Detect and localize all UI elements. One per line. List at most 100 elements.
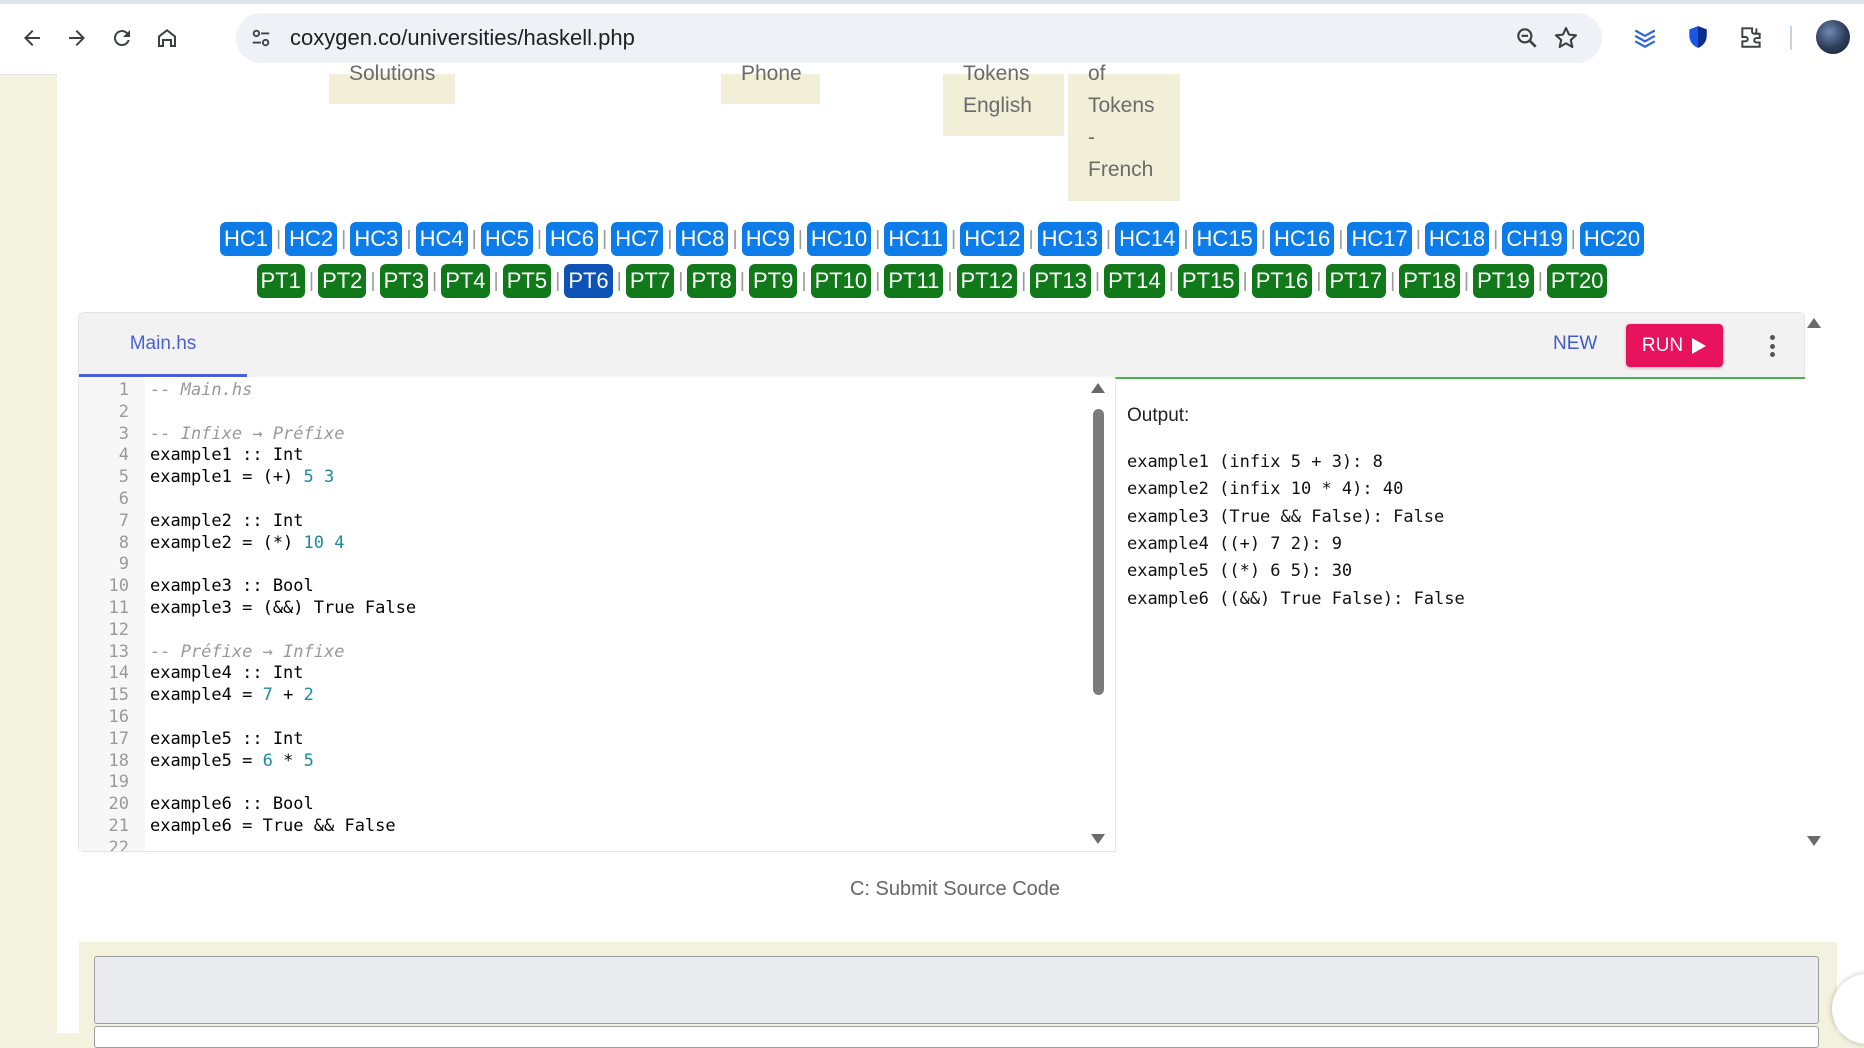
nav-link-pt19[interactable]: PT19 [1473,264,1534,298]
nav-link-hc7[interactable]: HC7 [611,222,664,256]
back-button[interactable] [12,18,52,58]
code-editor[interactable]: 1 -- Main.hs 2 3 -- Infixe → Préfixe 4 example… [79,377,1115,851]
nav-link-pt6[interactable]: PT6 [564,264,613,298]
nav-link-hc2[interactable]: HC2 [285,222,338,256]
top-card-tokens-english[interactable]: Tokens English [943,62,1064,136]
source-code-textarea[interactable] [94,956,1819,1024]
reload-icon [113,30,130,47]
star-icon[interactable] [1552,24,1580,52]
page-scroll-down-icon[interactable] [1807,836,1821,846]
nav-link-pt15[interactable]: PT15 [1177,264,1239,298]
line-number: 13 [108,641,129,662]
reload-button[interactable] [102,18,142,58]
nav-link-pt12[interactable]: PT12 [956,264,1018,298]
line-number: 8 [118,532,129,553]
nav-separator: | [1537,269,1543,292]
url-text[interactable]: coxygen.co/universities/haskell.php [290,25,635,51]
tab-main-hs[interactable]: Main.hs [79,313,247,377]
nav-link-ch19[interactable]: CH19 [1502,222,1567,256]
nav-link-pt16[interactable]: PT16 [1251,264,1313,298]
nav-separator: | [732,227,738,250]
nav-link-pt5[interactable]: PT5 [502,264,552,298]
nav-separator: | [950,227,957,250]
shield-extension-icon[interactable] [1683,22,1713,52]
line-number: 10 [108,576,129,597]
new-button[interactable]: NEW [1553,333,1597,355]
nav-link-pt17[interactable]: PT17 [1325,264,1387,298]
nav-separator: | [875,227,881,250]
puzzle-extensions-icon[interactable] [1736,22,1766,52]
nav-separator: | [1493,227,1499,250]
nav-link-pt20[interactable]: PT20 [1546,264,1608,298]
line-number: 9 [118,554,129,575]
nav-link-hc1[interactable]: HC1 [219,222,272,256]
code-line: example3 = (&&) True False [150,598,417,618]
nav-link-hc4[interactable]: HC4 [415,222,468,256]
top-card-phone[interactable]: Phone [721,62,820,104]
nav-link-hc20[interactable]: HC20 [1579,222,1645,256]
nav-link-hc17[interactable]: HC17 [1347,222,1412,256]
nav-separator: | [1105,227,1112,250]
nav-separator: | [875,269,881,292]
output-line: example6 ((&&) True False): False [1127,588,1465,609]
profile-avatar[interactable] [1816,20,1850,54]
site-settings-icon[interactable] [246,23,276,53]
code-scroll-down-icon[interactable] [1091,834,1105,844]
browser-toolbar: coxygen.co/universities/haskell.php [0,0,1864,75]
nav-link-hc10[interactable]: HC10 [806,222,872,256]
line-number: 7 [118,510,129,531]
nav-link-pt3[interactable]: PT3 [379,264,428,298]
nav-link-pt7[interactable]: PT7 [625,264,675,298]
nav-link-hc16[interactable]: HC16 [1270,222,1335,256]
top-card-tokens-french[interactable]: of Tokens - French [1068,62,1180,201]
code-scrollbar-thumb[interactable] [1093,409,1104,695]
nav-link-hc8[interactable]: HC8 [676,222,729,256]
page-scroll-up-icon[interactable] [1807,318,1821,328]
nav-link-pt11[interactable]: PT11 [884,264,944,298]
code-line: example2 = (*) 10 4 [150,532,345,553]
nav-link-pt10[interactable]: PT10 [810,264,872,298]
nav-link-pt9[interactable]: PT9 [749,264,798,298]
nav-separator: | [555,269,561,292]
nav-link-pt14[interactable]: PT14 [1104,264,1165,298]
second-input-field[interactable] [94,1026,1819,1048]
nav-link-hc12[interactable]: HC12 [960,222,1025,256]
kebab-menu-icon[interactable] [1765,331,1779,361]
nav-link-hc9[interactable]: HC9 [741,222,794,256]
nav-separator: | [406,227,412,250]
nav-link-pt4[interactable]: PT4 [441,264,490,298]
top-card-text: French [1088,158,1154,181]
top-card-solutions[interactable]: Solutions [329,62,455,104]
line-number: 11 [108,598,129,618]
nav-link-hc15[interactable]: HC15 [1192,222,1257,256]
code-line: example4 = 7 + 2 [150,685,314,706]
top-card-text: Phone [741,62,802,85]
nav-separator: | [341,227,347,250]
nav-link-hc18[interactable]: HC18 [1424,222,1490,256]
nav-link-hc11[interactable]: HC11 [884,222,947,256]
layers-extension-icon[interactable] [1630,22,1660,52]
home-button[interactable] [147,18,187,58]
nav-separator: | [493,269,499,292]
address-bar[interactable]: coxygen.co/universities/haskell.php [236,13,1602,63]
nav-separator: | [602,227,608,250]
nav-link-hc14[interactable]: HC14 [1115,222,1180,256]
run-button[interactable]: RUN [1626,324,1723,367]
nav-link-hc3[interactable]: HC3 [350,222,403,256]
nav-link-pt1[interactable]: PT1 [256,264,305,298]
code-scroll-up-icon[interactable] [1091,383,1105,393]
nav-link-pt2[interactable]: PT2 [318,264,367,298]
line-number: 4 [118,445,129,466]
forward-button[interactable] [57,18,97,58]
nav-link-hc13[interactable]: HC13 [1037,222,1102,256]
zoom-icon[interactable] [1514,25,1540,51]
code-line: example5 = 6 * 5 [150,750,314,771]
nav-link-hc5[interactable]: HC5 [480,222,533,256]
nav-link-pt13[interactable]: PT13 [1030,264,1091,298]
nav-link-hc6[interactable]: HC6 [546,222,599,256]
nav-link-pt8[interactable]: PT8 [687,264,736,298]
line-number: 12 [108,619,129,640]
line-number: 6 [118,489,129,509]
back-arrow-icon [24,30,40,46]
nav-link-pt18[interactable]: PT18 [1399,264,1460,298]
